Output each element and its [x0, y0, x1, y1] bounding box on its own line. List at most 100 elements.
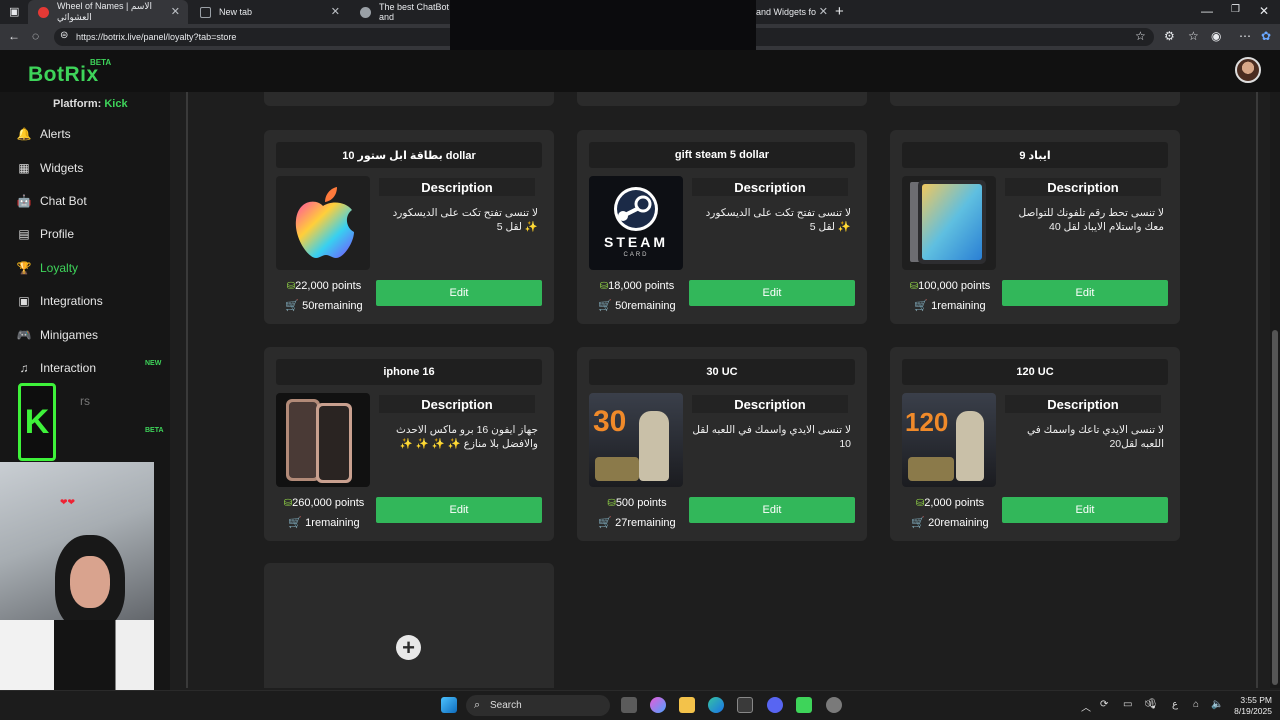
item-title: gift steam 5 dollar	[589, 142, 855, 168]
profile-icon[interactable]: ◉	[1211, 29, 1221, 43]
copilot-taskbar-icon[interactable]	[650, 697, 666, 713]
sidebar-item-loyalty[interactable]: 🏆 Loyalty	[16, 258, 79, 278]
network-icon[interactable]: ⌂	[1193, 699, 1199, 710]
platform-value: Kick	[104, 98, 128, 110]
sidebar-item-label: Interaction	[40, 361, 97, 375]
item-points: ⛁2,000 points	[900, 497, 1000, 509]
steam-card-subtext: CARD	[623, 252, 649, 258]
description-header: Description	[1005, 178, 1161, 196]
uc-coins-pile	[908, 457, 954, 481]
bookmark-star-icon[interactable]: ☆	[1135, 29, 1146, 43]
discord-icon[interactable]	[767, 697, 783, 713]
gamepad-icon: 🎮	[16, 328, 32, 342]
edit-button[interactable]: Edit	[376, 497, 542, 523]
sidebar-item-partial[interactable]: rs	[80, 391, 90, 411]
close-icon[interactable]: ✕	[171, 5, 180, 18]
windows-start-icon[interactable]	[441, 697, 457, 713]
item-points: ⛁500 points	[587, 497, 687, 509]
language-indicator[interactable]: ع	[1172, 699, 1178, 710]
copilot-icon[interactable]: ✿	[1261, 29, 1271, 43]
tab-wheel-of-names[interactable]: Wheel of Names | الاسم العشوائي ✕	[28, 0, 188, 24]
edit-button[interactable]: Edit	[376, 280, 542, 306]
edit-button[interactable]: Edit	[1002, 280, 1168, 306]
sidebar-item-label: Widgets	[40, 161, 84, 175]
edit-button[interactable]: Edit	[689, 497, 855, 523]
description-header: Description	[379, 395, 535, 413]
file-explorer-icon[interactable]	[679, 697, 695, 713]
tab-label: Wheel of Names | الاسم العشوائي	[57, 1, 153, 22]
apple-logo-image	[276, 176, 370, 270]
taskbar-search[interactable]: Search	[466, 695, 610, 716]
back-icon[interactable]: ←	[8, 29, 20, 43]
close-icon[interactable]: ✕	[331, 5, 340, 18]
item-description: لا تنسى الايدي واسمك في اللعبه لقل 10	[692, 424, 851, 450]
cart-icon: 🛒	[285, 300, 300, 312]
coins-icon: ⛁	[909, 281, 919, 292]
sidebar-item-chat-bot[interactable]: 🤖 Chat Bot	[16, 191, 87, 211]
favorites-icon[interactable]: ☆	[1188, 29, 1199, 43]
trophy-icon: 🏆	[16, 261, 32, 275]
sync-icon[interactable]: ⟳	[1100, 699, 1108, 710]
edge-icon[interactable]	[708, 697, 724, 713]
points-text: 2,000 points	[924, 497, 985, 509]
ipad-image	[902, 176, 996, 270]
edit-button[interactable]: Edit	[689, 280, 855, 306]
taskbar-clock[interactable]: 3:55 PM 8/19/2025	[1226, 695, 1272, 717]
tray-chevron-icon[interactable]: ︿	[1081, 699, 1091, 714]
points-text: 18,000 points	[608, 280, 675, 292]
sidebar-item-label: Loyalty	[40, 261, 79, 275]
remaining-text: 50remaining	[302, 300, 363, 312]
app-green-icon[interactable]	[796, 697, 812, 713]
heart-emoji-icon: ❤❤	[60, 497, 76, 507]
sidebar-item-profile[interactable]: ▤ Profile	[16, 224, 74, 244]
sidebar-item-label: Integrations	[40, 294, 103, 308]
item-points: ⛁18,000 points	[587, 280, 687, 292]
tab-botrix[interactable]: and Widgets fo ✕	[756, 0, 830, 24]
add-icon[interactable]: +	[396, 635, 421, 660]
pubg-120uc-image: 120	[902, 393, 996, 487]
platform-label: Platform:	[53, 98, 102, 110]
remaining-text: 1remaining	[931, 300, 986, 312]
botrix-logo[interactable]: BotRix	[28, 63, 99, 87]
url-text: https://botrix.live/panel/loyalty?tab=st…	[76, 32, 237, 42]
store-icon[interactable]	[737, 697, 753, 713]
loading-icon[interactable]: ◌	[32, 29, 39, 43]
sidebar-item-widgets[interactable]: ▦ Widgets	[16, 158, 83, 178]
bell-icon: 🔔	[16, 127, 32, 141]
scrollbar-thumb[interactable]	[1272, 330, 1278, 685]
avatar[interactable]	[1235, 57, 1261, 83]
soldier-figure	[639, 411, 669, 481]
close-icon[interactable]: ✕	[819, 5, 828, 18]
points-text: 500 points	[615, 497, 667, 509]
sidebar-item-integrations[interactable]: ▣ Integrations	[16, 291, 103, 311]
edit-button[interactable]: Edit	[1002, 497, 1168, 523]
minimize-icon[interactable]: —	[1201, 4, 1213, 18]
sidebar-item-interaction[interactable]: ♫ Interaction	[16, 358, 97, 378]
extension-icon[interactable]: ⚙	[1164, 29, 1175, 43]
task-view-icon[interactable]	[621, 697, 637, 713]
microphone-icon[interactable]: 🎙	[1146, 699, 1159, 710]
notification-icon[interactable]: ▭	[1123, 699, 1132, 710]
more-menu-icon[interactable]: ⋯	[1239, 29, 1251, 43]
search-icon: ⌕	[474, 699, 481, 711]
beta-badge: BETA	[90, 58, 112, 67]
volume-icon[interactable]: 🔈	[1211, 699, 1223, 710]
site-info-icon[interactable]: ⊜	[60, 30, 68, 41]
points-text: 260,000 points	[292, 497, 365, 509]
settings-icon[interactable]	[826, 697, 842, 713]
add-item-card[interactable]	[264, 563, 554, 688]
uc-amount-text: 120	[905, 407, 949, 437]
item-description: لا تنسى الايدي تاعك واسمك في اللعبه لقل2…	[1026, 424, 1164, 450]
sidebar-item-alerts[interactable]: 🔔 Alerts	[16, 124, 71, 144]
store-item-card: gift steam 5 dollar STEAM CARD Descripti…	[577, 130, 867, 324]
sidebar-item-minigames[interactable]: 🎮 Minigames	[16, 325, 99, 345]
maximize-icon[interactable]: ❐	[1231, 4, 1240, 15]
close-window-icon[interactable]: ✕	[1259, 4, 1269, 18]
new-tab-button[interactable]: +	[835, 3, 844, 20]
tab-chatbot[interactable]: The best ChatBot and	[350, 0, 450, 24]
grid-icon: ▦	[18, 161, 30, 175]
window-menu-icon[interactable]: ▣	[9, 5, 19, 18]
tab-new-tab[interactable]: New tab ✕	[190, 0, 348, 24]
item-title: iphone 16	[276, 359, 542, 385]
pubg-30uc-image: 30	[589, 393, 683, 487]
